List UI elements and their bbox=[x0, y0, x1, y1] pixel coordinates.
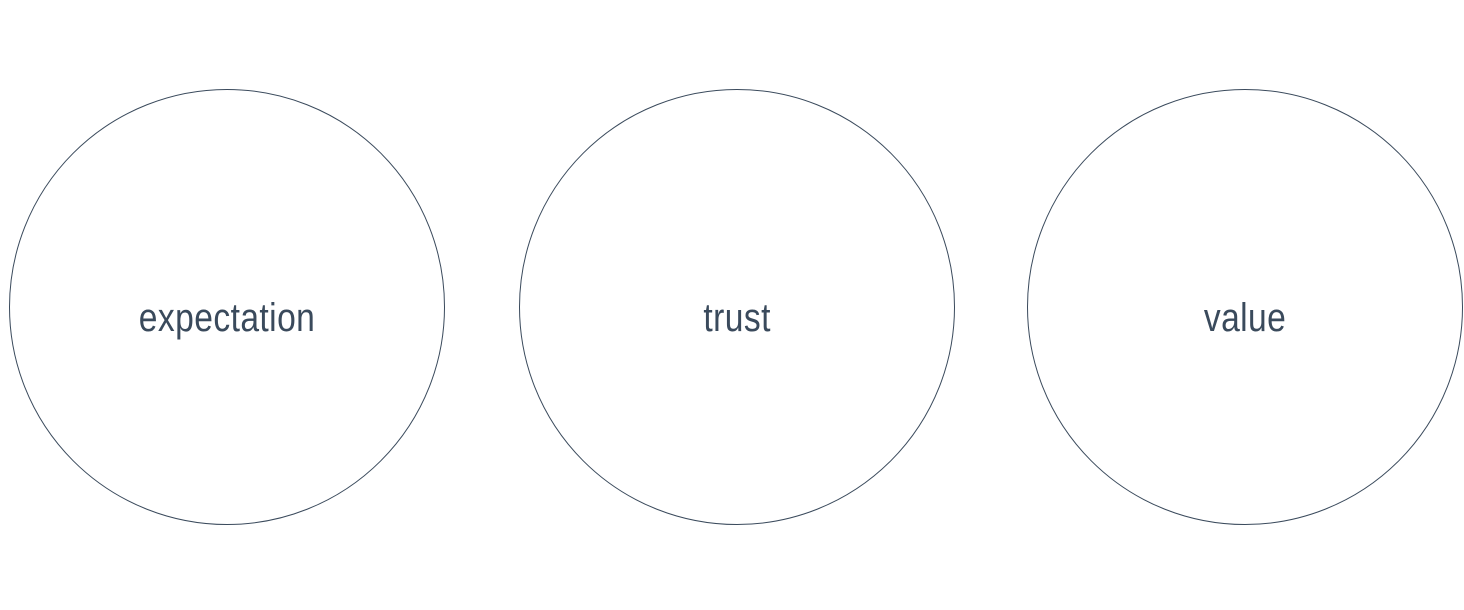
concept-circle-expectation: expectation bbox=[9, 89, 445, 525]
concept-circle-trust: trust bbox=[519, 89, 955, 525]
concept-circle-value: value bbox=[1027, 89, 1463, 525]
concept-label-value: value bbox=[1203, 295, 1287, 340]
diagram-canvas: expectation trust value bbox=[0, 0, 1464, 610]
concept-label-expectation: expectation bbox=[138, 295, 316, 340]
concept-label-trust: trust bbox=[703, 295, 771, 340]
